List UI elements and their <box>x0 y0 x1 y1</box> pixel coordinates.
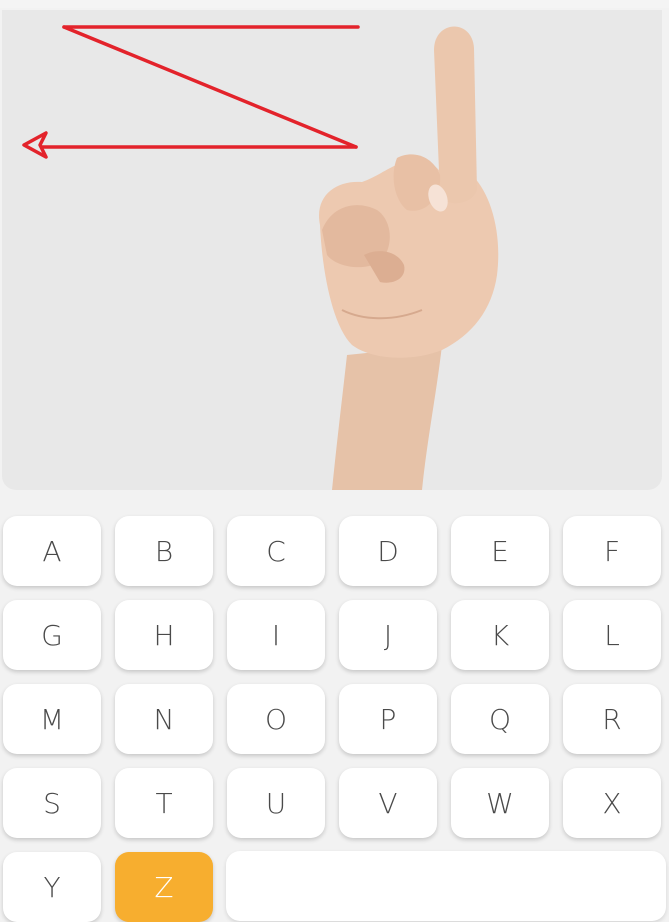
index-finger <box>434 26 477 204</box>
key-x[interactable]: X <box>563 768 661 838</box>
key-g[interactable]: G <box>3 600 101 670</box>
key-d[interactable]: D <box>339 516 437 586</box>
key-z[interactable]: Z <box>115 852 213 922</box>
key-s[interactable]: S <box>3 768 101 838</box>
answer-display <box>226 851 666 921</box>
key-k[interactable]: K <box>451 600 549 670</box>
key-e[interactable]: E <box>451 516 549 586</box>
key-y[interactable]: Y <box>3 852 101 922</box>
key-a[interactable]: A <box>3 516 101 586</box>
sign-image-card <box>2 10 662 490</box>
key-q[interactable]: Q <box>451 684 549 754</box>
key-i[interactable]: I <box>227 600 325 670</box>
key-v[interactable]: V <box>339 768 437 838</box>
key-n[interactable]: N <box>115 684 213 754</box>
key-b[interactable]: B <box>115 516 213 586</box>
key-j[interactable]: J <box>339 600 437 670</box>
key-h[interactable]: H <box>115 600 213 670</box>
forearm <box>332 345 442 490</box>
z-motion-arrow-icon <box>22 25 360 159</box>
top-strip <box>0 0 669 8</box>
key-c[interactable]: C <box>227 516 325 586</box>
key-r[interactable]: R <box>563 684 661 754</box>
key-p[interactable]: P <box>339 684 437 754</box>
key-m[interactable]: M <box>3 684 101 754</box>
key-w[interactable]: W <box>451 768 549 838</box>
key-f[interactable]: F <box>563 516 661 586</box>
key-l[interactable]: L <box>563 600 661 670</box>
key-u[interactable]: U <box>227 768 325 838</box>
key-o[interactable]: O <box>227 684 325 754</box>
key-t[interactable]: T <box>115 768 213 838</box>
sign-illustration <box>22 25 499 490</box>
